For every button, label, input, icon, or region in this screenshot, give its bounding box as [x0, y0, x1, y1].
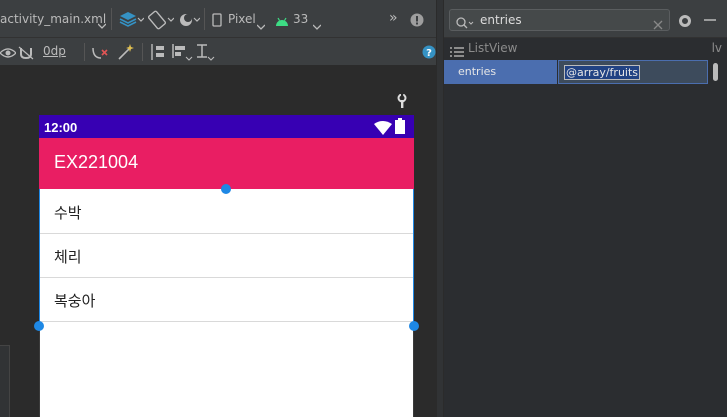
guidelines-icon[interactable] [195, 43, 215, 65]
list-item-label: 체리 [54, 248, 82, 266]
eye-icon[interactable] [0, 45, 17, 64]
clear-icon[interactable] [653, 15, 663, 34]
list-item[interactable]: 체리 [40, 233, 413, 278]
gear-icon[interactable] [678, 13, 692, 32]
status-time: 12:00 [44, 120, 78, 135]
resize-handle-right[interactable] [409, 321, 419, 331]
infer-constraints-icon[interactable] [117, 43, 135, 65]
pack-icon[interactable] [149, 43, 167, 65]
group-label: ListView [468, 41, 518, 55]
list-view[interactable]: 수박 체리 복숭아 [39, 189, 414, 322]
status-bar: 12:00 [39, 115, 414, 138]
chevron-down-icon[interactable] [256, 15, 266, 34]
warning-icon[interactable] [410, 12, 424, 31]
device-selector[interactable]: Pixel [228, 12, 256, 26]
left-tool-strip [0, 345, 10, 417]
list-item-label: 수박 [54, 204, 82, 222]
wifi-icon [374, 120, 392, 139]
component-id: lv [711, 41, 722, 55]
design-surface-icon[interactable] [118, 10, 145, 34]
file-tab[interactable]: activity_main.xml [0, 12, 106, 26]
battery-icon [395, 118, 405, 138]
attribute-value[interactable]: @array/fruits [564, 65, 641, 80]
chevron-down-icon[interactable] [97, 14, 107, 33]
attribute-row-entries[interactable]: entries @array/fruits [444, 60, 727, 84]
magnet-icon[interactable] [18, 45, 36, 64]
attributes-group-header[interactable]: ListView lv [444, 38, 727, 60]
search-icon [456, 14, 474, 33]
layout-editor: activity_main.xml Pixel 33 » 0dp ? 12:00… [0, 0, 436, 417]
minimize-icon[interactable] [703, 12, 717, 31]
phone-preview[interactable]: 12:00 EX221004 수박 체리 복숭아 [34, 115, 419, 417]
attributes-search-input[interactable]: entries [449, 9, 670, 31]
scrollbar-thumb[interactable] [713, 63, 718, 81]
list-item[interactable]: 수박 [40, 189, 413, 234]
attributes-panel: entries ListView lv entries @array/fruit… [444, 0, 727, 417]
app-bar: EX221004 [39, 138, 414, 189]
constraint-toolbar: 0dp ? [0, 38, 436, 66]
attribute-value-field[interactable]: @array/fruits [558, 60, 708, 84]
help-icon[interactable]: ? [422, 44, 436, 63]
list-item-label: 복숭아 [54, 292, 96, 310]
svg-text:?: ? [426, 48, 432, 59]
attribute-name: entries [458, 65, 497, 78]
editor-toolbar: activity_main.xml Pixel 33 » [0, 0, 436, 38]
align-icon[interactable] [171, 43, 193, 65]
clear-constraints-icon[interactable] [91, 44, 109, 64]
phone-icon[interactable] [212, 12, 222, 31]
attributes-search-bar: entries [444, 0, 727, 38]
list-item[interactable]: 복숭아 [40, 277, 413, 322]
default-margin-field[interactable]: 0dp [43, 44, 66, 58]
resize-handle-top[interactable] [221, 184, 231, 194]
search-query: entries [480, 13, 522, 27]
api-level-selector[interactable]: 33 [293, 12, 308, 26]
resize-handle-left[interactable] [34, 321, 44, 331]
wrench-icon[interactable] [396, 93, 408, 112]
android-icon[interactable] [275, 12, 289, 31]
overflow-button[interactable]: » [389, 10, 398, 26]
attribute-name-cell[interactable]: entries [444, 60, 557, 84]
theme-icon[interactable] [178, 10, 201, 34]
chevron-down-icon[interactable] [312, 15, 322, 34]
empty-layout-area[interactable] [39, 322, 414, 417]
orientation-icon[interactable] [147, 10, 175, 34]
app-title: EX221004 [54, 152, 139, 172]
panel-divider[interactable] [436, 0, 444, 417]
